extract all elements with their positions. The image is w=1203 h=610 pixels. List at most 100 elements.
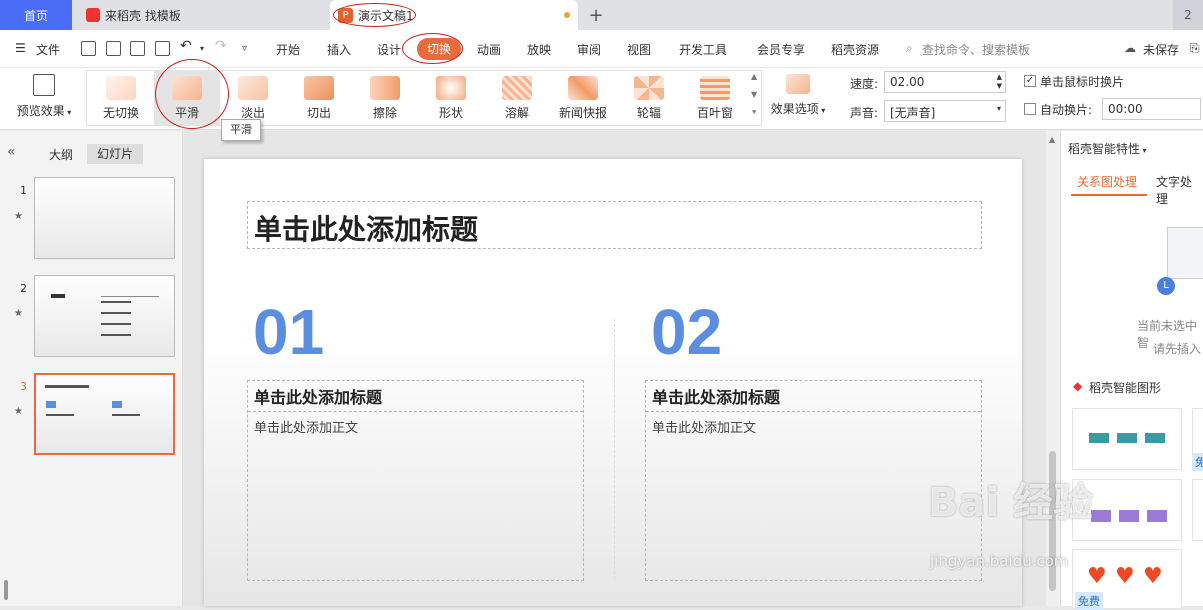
sound-select[interactable]: [无声音] ▾	[884, 100, 1006, 122]
gallery-expand-icon[interactable]: ⯆	[751, 108, 757, 118]
speed-stepper-icon[interactable]: ▲ ▼	[997, 73, 1002, 91]
transition-newsflash[interactable]: 新闻快报	[550, 70, 616, 126]
thumb-line	[101, 312, 131, 314]
preview-icon	[33, 74, 55, 96]
preview-effect-button[interactable]: 预览效果 ▾	[10, 72, 78, 119]
panel-header-label: 稻壳智能特性	[1068, 142, 1141, 156]
menu-docer-resources[interactable]: 稻壳资源	[831, 41, 879, 58]
sound-dropdown-icon: ▾	[996, 104, 1001, 113]
title-placeholder[interactable]: 单击此处添加标题	[247, 201, 982, 249]
docer-icon: ◆	[1073, 379, 1083, 393]
panel-scrollbar[interactable]	[4, 580, 8, 600]
menu-member[interactable]: 会员专享	[757, 41, 805, 58]
tab-relationship[interactable]: 关系图处理	[1077, 173, 1137, 190]
menu-view[interactable]: 视图	[627, 41, 651, 58]
transition-wheel[interactable]: 轮辐	[616, 70, 682, 126]
current-slide: 单击此处添加标题 01 02 单击此处添加标题 单击此处添加正文 单击此处添加标…	[204, 159, 1022, 606]
speed-label: 速度:	[850, 77, 879, 91]
menu-animation[interactable]: 动画	[477, 41, 501, 58]
transition-fade[interactable]: 淡出	[220, 70, 286, 126]
menu-start[interactable]: 开始	[276, 41, 300, 58]
gallery-scroll-up-icon[interactable]: ▲	[751, 72, 757, 81]
tab-docer[interactable]: 来稻壳 找模板	[72, 0, 328, 30]
scroll-up-icon[interactable]: ▲	[1049, 135, 1055, 144]
search-icon: ⌕	[906, 41, 913, 55]
docer-logo-icon	[86, 8, 100, 22]
collapse-panel-icon[interactable]: «	[7, 144, 16, 160]
transition-wipe[interactable]: 擦除	[352, 70, 418, 126]
transition-wheel-icon	[634, 76, 664, 100]
menu-slideshow[interactable]: 放映	[527, 41, 551, 58]
search-input[interactable]: 查找命令、搜索模板	[922, 41, 1030, 58]
tooltip: 平滑	[221, 119, 261, 141]
star-icon: ★	[14, 211, 23, 222]
undo-icon[interactable]: ↶	[180, 38, 192, 54]
menu-file[interactable]: 文件	[36, 41, 60, 58]
auto-switch-checkbox[interactable]	[1024, 103, 1036, 115]
tab-home[interactable]: 首页	[0, 0, 72, 30]
transition-cut[interactable]: 切出	[286, 70, 352, 126]
transition-blinds-icon	[700, 76, 730, 100]
transition-blinds[interactable]: 百叶窗	[682, 70, 748, 126]
menu-insert[interactable]: 插入	[327, 41, 351, 58]
slide-thumbnail-1[interactable]	[34, 177, 175, 259]
smart-graphic-card[interactable]	[1192, 479, 1203, 541]
auto-switch-time-value: 00:00	[1108, 102, 1143, 116]
canvas-scrollbar[interactable]: ▲	[1046, 131, 1060, 606]
auto-switch-time-input[interactable]: 00:00	[1102, 98, 1201, 120]
tab-text-processing[interactable]: 文字处理	[1156, 173, 1203, 207]
transition-none[interactable]: 无切换	[88, 70, 154, 126]
star-icon: ★	[14, 308, 23, 319]
window-count-badge[interactable]: 2	[1173, 0, 1203, 30]
slide-number: 2	[20, 282, 27, 295]
redo-icon[interactable]: ↷	[215, 38, 227, 54]
save-icon[interactable]	[81, 41, 96, 56]
tab-outline[interactable]: 大纲	[49, 146, 73, 163]
transition-dissolve[interactable]: 溶解	[484, 70, 550, 126]
tab-bar: 首页 来稻壳 找模板 P 演示文稿1 + 2	[0, 0, 1203, 30]
hamburger-icon[interactable]: ☰	[15, 41, 26, 55]
baidu-watermark: Bai 经验	[928, 480, 1094, 526]
thumb-line	[101, 301, 131, 303]
export-icon[interactable]	[106, 41, 121, 56]
star-icon: ★	[14, 406, 23, 417]
tab-docer-label: 来稻壳 找模板	[105, 8, 181, 23]
gallery-scroll-down-icon[interactable]: ▼	[751, 90, 757, 99]
print-icon[interactable]	[130, 41, 145, 56]
transition-none-label: 无切换	[102, 106, 139, 120]
empty-hint-2: 请先插入	[1153, 342, 1202, 356]
unsaved-status[interactable]: 未保存	[1143, 41, 1179, 58]
menu-design[interactable]: 设计	[377, 41, 401, 58]
transition-wipe-icon	[370, 76, 400, 100]
tab-slides[interactable]: 幻灯片	[87, 144, 143, 164]
transition-newsflash-icon	[568, 76, 598, 100]
transition-shape[interactable]: 形状	[418, 70, 484, 126]
active-tab-underline	[1071, 194, 1147, 196]
menu-review[interactable]: 审阅	[577, 41, 601, 58]
thumb-number-1	[46, 401, 56, 408]
transition-cut-label: 切出	[306, 106, 331, 120]
panel-header[interactable]: 稻壳智能特性 ▾	[1068, 140, 1147, 157]
graphic-block	[1147, 510, 1167, 522]
share-icon[interactable]: ⎘	[1190, 41, 1200, 56]
smart-graphic-card[interactable]	[1072, 408, 1182, 470]
undo-dropdown-icon[interactable]: ▾	[200, 44, 204, 53]
effect-options-button[interactable]: 效果选项 ▾	[767, 72, 829, 117]
body-text-2: 单击此处添加正文	[652, 421, 757, 436]
transition-shape-icon	[436, 76, 466, 100]
customize-dropdown-icon[interactable]: ▿	[242, 43, 247, 54]
slide-thumbnail-2[interactable]	[34, 275, 175, 357]
section-number-1: 01	[253, 296, 325, 368]
speed-input[interactable]: 02.00 ▲ ▼	[884, 71, 1006, 93]
baidu-watermark-url: jingyan.baidu.com	[930, 552, 1069, 570]
clock-icon: L	[1157, 277, 1175, 295]
slide-panel: « 大纲 幻灯片 1 ★ 2 ★ 3 ★	[0, 131, 183, 606]
print-preview-icon[interactable]	[155, 41, 170, 56]
thumb-line	[112, 414, 140, 416]
click-switch-checkbox[interactable]: ✓	[1024, 75, 1036, 87]
slide-thumbnail-3[interactable]	[34, 373, 175, 455]
menu-developer[interactable]: 开发工具	[679, 41, 727, 58]
new-tab-button[interactable]: +	[584, 0, 608, 30]
content-placeholder-1[interactable]: 单击此处添加标题 单击此处添加正文	[247, 380, 584, 581]
annotation-circle	[333, 3, 416, 27]
